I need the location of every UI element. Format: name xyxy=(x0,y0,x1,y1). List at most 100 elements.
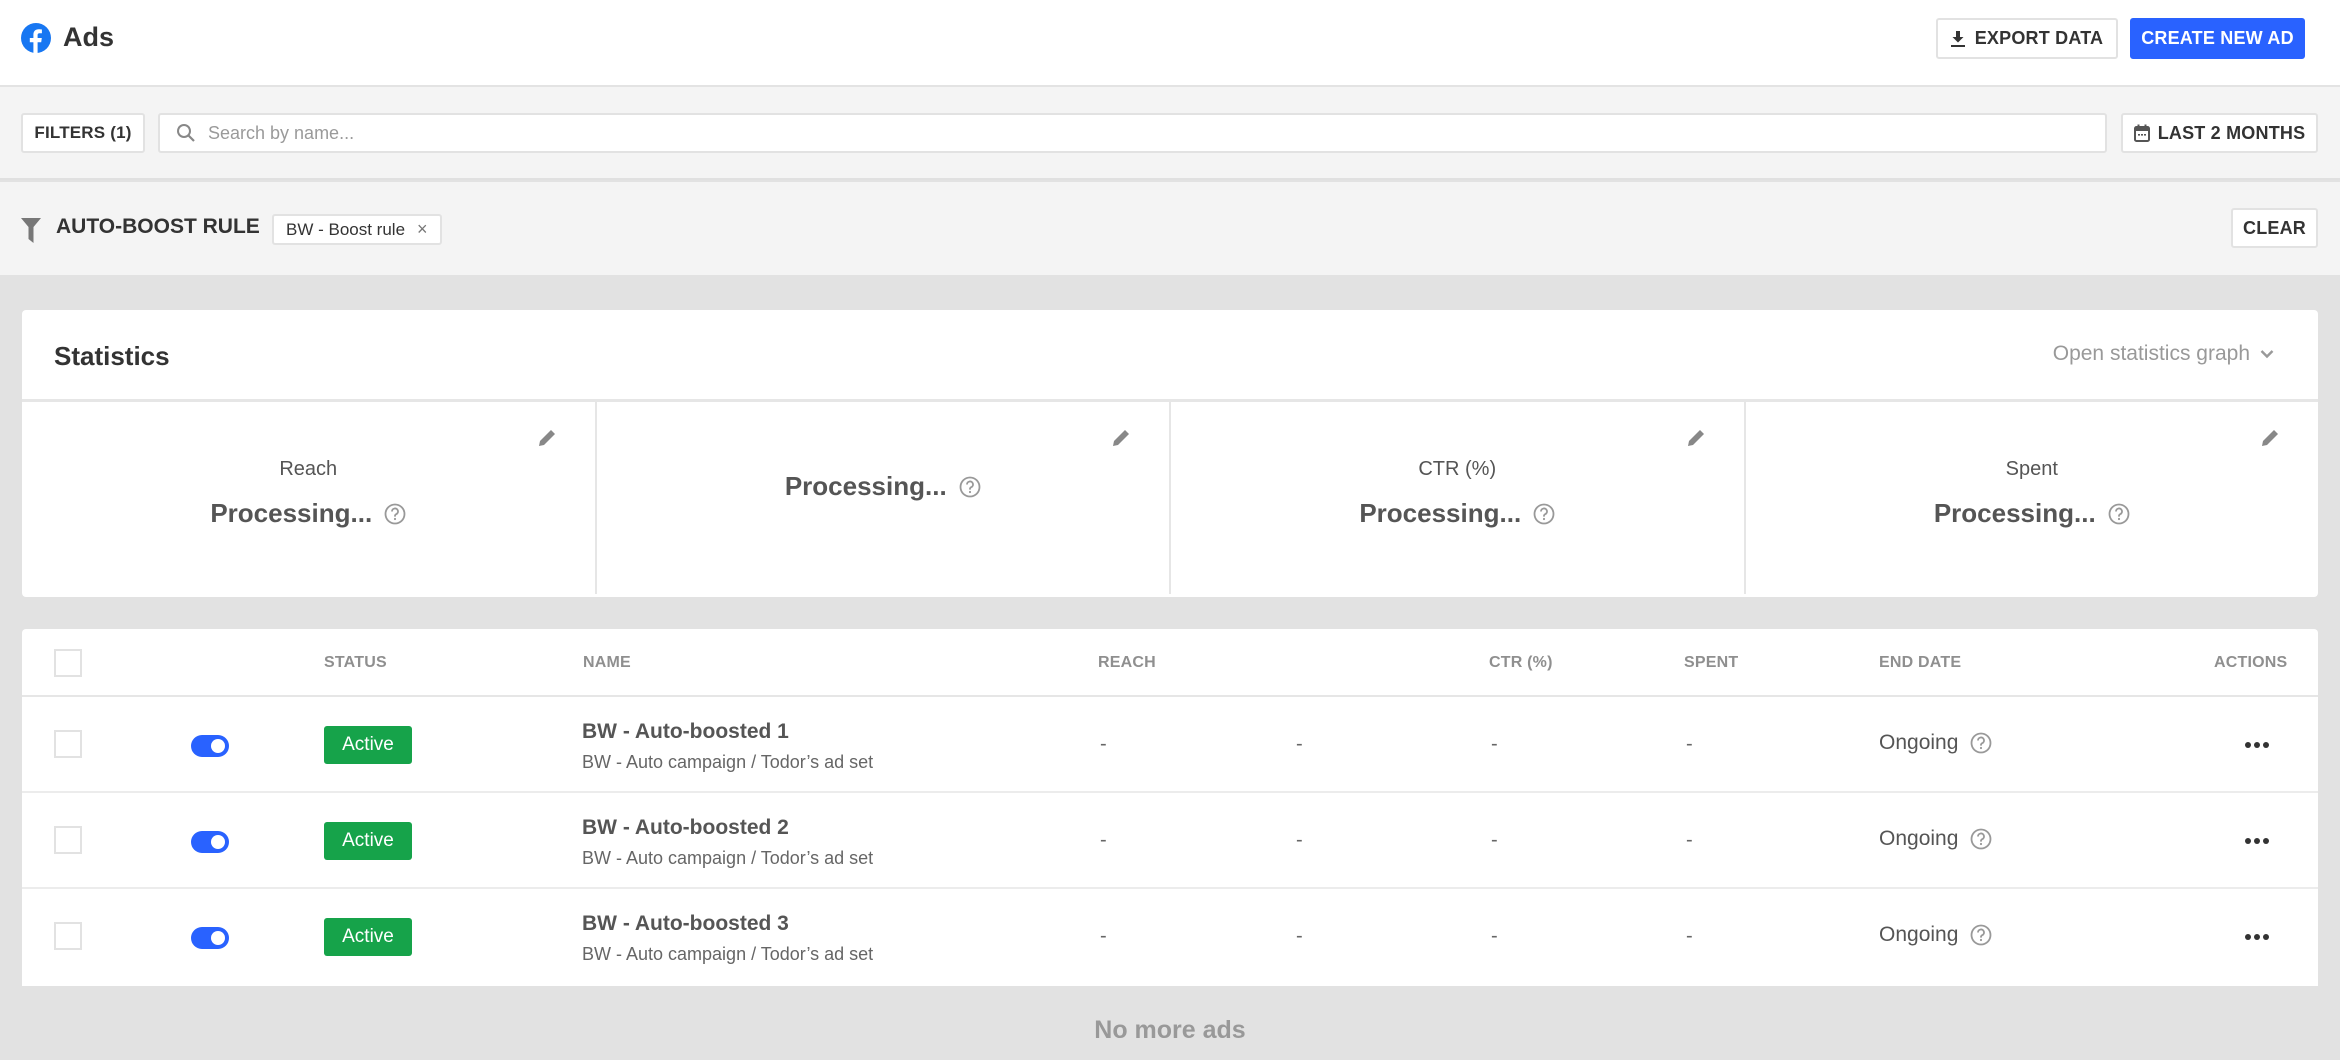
filter-funnel-icon xyxy=(21,218,41,243)
ad-campaign-path: BW - Auto campaign / Todor’s ad set xyxy=(582,752,873,773)
end-date: Ongoing xyxy=(1879,923,1992,947)
table-row[interactable]: Active BW - Auto-boosted 2 BW - Auto cam… xyxy=(22,793,2318,889)
stat-value: Processing... xyxy=(597,471,1170,502)
enable-toggle[interactable] xyxy=(191,735,229,757)
enable-toggle[interactable] xyxy=(191,831,229,853)
facebook-logo-icon xyxy=(21,23,51,53)
stat-value-text: Processing... xyxy=(1934,498,2096,529)
open-statistics-graph-label: Open statistics graph xyxy=(2053,342,2250,366)
end-date-value: Ongoing xyxy=(1879,827,1958,851)
select-all-checkbox[interactable] xyxy=(54,649,82,677)
help-icon[interactable] xyxy=(2108,503,2130,525)
filters-button[interactable]: FILTERS (1) xyxy=(21,113,145,153)
row-checkbox[interactable] xyxy=(54,922,82,950)
stat-value-text: Processing... xyxy=(785,471,947,502)
calendar-icon xyxy=(2134,124,2150,142)
more-actions-icon[interactable] xyxy=(2244,735,2270,755)
table-row[interactable]: Active BW - Auto-boosted 1 BW - Auto cam… xyxy=(22,697,2318,793)
help-icon[interactable] xyxy=(384,503,406,525)
statistics-header: Statistics Open statistics graph xyxy=(22,310,2318,402)
ad-name[interactable]: BW - Auto-boosted 3 xyxy=(582,912,789,936)
more-actions-icon[interactable] xyxy=(2244,831,2270,851)
reach-value: - xyxy=(1100,829,1107,852)
help-icon[interactable] xyxy=(1970,924,1992,946)
ad-campaign-path: BW - Auto campaign / Todor’s ad set xyxy=(582,848,873,869)
statistics-title: Statistics xyxy=(54,341,170,372)
ad-name[interactable]: BW - Auto-boosted 2 xyxy=(582,816,789,840)
export-data-label: EXPORT DATA xyxy=(1975,28,2104,49)
ad-campaign-path: BW - Auto campaign / Todor’s ad set xyxy=(582,944,873,965)
table-header: STATUS NAME REACH CTR (%) SPENT END DATE… xyxy=(22,629,2318,697)
col5-value: - xyxy=(1296,925,1303,948)
filters-label: FILTERS (1) xyxy=(34,123,131,143)
ctr-value: - xyxy=(1491,925,1498,948)
help-icon[interactable] xyxy=(959,476,981,498)
status-badge: Active xyxy=(324,918,412,956)
help-icon[interactable] xyxy=(1970,828,1992,850)
clear-button[interactable]: CLEAR xyxy=(2231,208,2318,248)
column-name[interactable]: NAME xyxy=(583,654,631,672)
pencil-icon[interactable] xyxy=(537,428,557,448)
no-more-ads-label: No more ads xyxy=(0,1016,2340,1045)
end-date-value: Ongoing xyxy=(1879,923,1958,947)
search-box[interactable] xyxy=(158,113,2107,153)
stat-label: Spent xyxy=(1746,458,2319,481)
stat-label: CTR (%) xyxy=(1171,458,1744,481)
search-input[interactable] xyxy=(208,123,2008,144)
pencil-icon[interactable] xyxy=(1111,428,1131,448)
column-status[interactable]: STATUS xyxy=(324,654,387,672)
create-new-ad-label: CREATE NEW AD xyxy=(2141,28,2294,49)
stat-tile-spent: Spent Processing... xyxy=(1746,402,2319,594)
row-checkbox[interactable] xyxy=(54,730,82,758)
pencil-icon[interactable] xyxy=(2260,428,2280,448)
column-ctr[interactable]: CTR (%) xyxy=(1489,654,1553,672)
export-data-button[interactable]: EXPORT DATA xyxy=(1936,18,2118,59)
stat-tile-ctr: CTR (%) Processing... xyxy=(1171,402,1746,594)
help-icon[interactable] xyxy=(1970,732,1992,754)
create-new-ad-button[interactable]: CREATE NEW AD xyxy=(2130,18,2305,59)
end-date: Ongoing xyxy=(1879,827,1992,851)
status-badge: Active xyxy=(324,822,412,860)
filter-chip: BW - Boost rule × xyxy=(272,214,442,245)
ctr-value: - xyxy=(1491,829,1498,852)
close-icon[interactable]: × xyxy=(417,219,428,240)
spent-value: - xyxy=(1686,925,1693,948)
pencil-icon[interactable] xyxy=(1686,428,1706,448)
column-end-date[interactable]: END DATE xyxy=(1879,654,1961,672)
ads-table: STATUS NAME REACH CTR (%) SPENT END DATE… xyxy=(22,629,2318,986)
search-icon xyxy=(176,123,196,143)
column-reach[interactable]: REACH xyxy=(1098,654,1156,672)
stat-value-text: Processing... xyxy=(1359,498,1521,529)
col5-value: - xyxy=(1296,733,1303,756)
help-icon[interactable] xyxy=(1533,503,1555,525)
filter-chip-label: BW - Boost rule xyxy=(286,220,405,240)
ctr-value: - xyxy=(1491,733,1498,756)
download-icon xyxy=(1951,31,1965,47)
end-date-value: Ongoing xyxy=(1879,731,1958,755)
statistics-tiles: Reach Processing... Processing... CTR (%… xyxy=(22,402,2318,594)
enable-toggle[interactable] xyxy=(191,927,229,949)
top-bar: Ads EXPORT DATA CREATE NEW AD xyxy=(0,0,2340,87)
row-checkbox[interactable] xyxy=(54,826,82,854)
stat-tile-2: Processing... xyxy=(597,402,1172,594)
date-range-label: LAST 2 MONTHS xyxy=(2158,123,2306,144)
reach-value: - xyxy=(1100,733,1107,756)
column-actions: ACTIONS xyxy=(2214,654,2287,672)
stat-label: Reach xyxy=(22,458,595,481)
page-title: Ads xyxy=(63,22,114,53)
clear-label: CLEAR xyxy=(2243,218,2306,239)
column-spent[interactable]: SPENT xyxy=(1684,654,1738,672)
more-actions-icon[interactable] xyxy=(2244,927,2270,947)
open-statistics-graph-button[interactable]: Open statistics graph xyxy=(2053,342,2274,366)
ad-name[interactable]: BW - Auto-boosted 1 xyxy=(582,720,789,744)
stat-tile-reach: Reach Processing... xyxy=(22,402,597,594)
table-row[interactable]: Active BW - Auto-boosted 3 BW - Auto cam… xyxy=(22,889,2318,985)
active-filter-bar: AUTO-BOOST RULE BW - Boost rule × CLEAR xyxy=(0,182,2340,275)
end-date: Ongoing xyxy=(1879,731,1992,755)
filter-bar: FILTERS (1) LAST 2 MONTHS xyxy=(0,87,2340,180)
spent-value: - xyxy=(1686,829,1693,852)
spent-value: - xyxy=(1686,733,1693,756)
reach-value: - xyxy=(1100,925,1107,948)
date-range-button[interactable]: LAST 2 MONTHS xyxy=(2121,113,2318,153)
status-badge: Active xyxy=(324,726,412,764)
